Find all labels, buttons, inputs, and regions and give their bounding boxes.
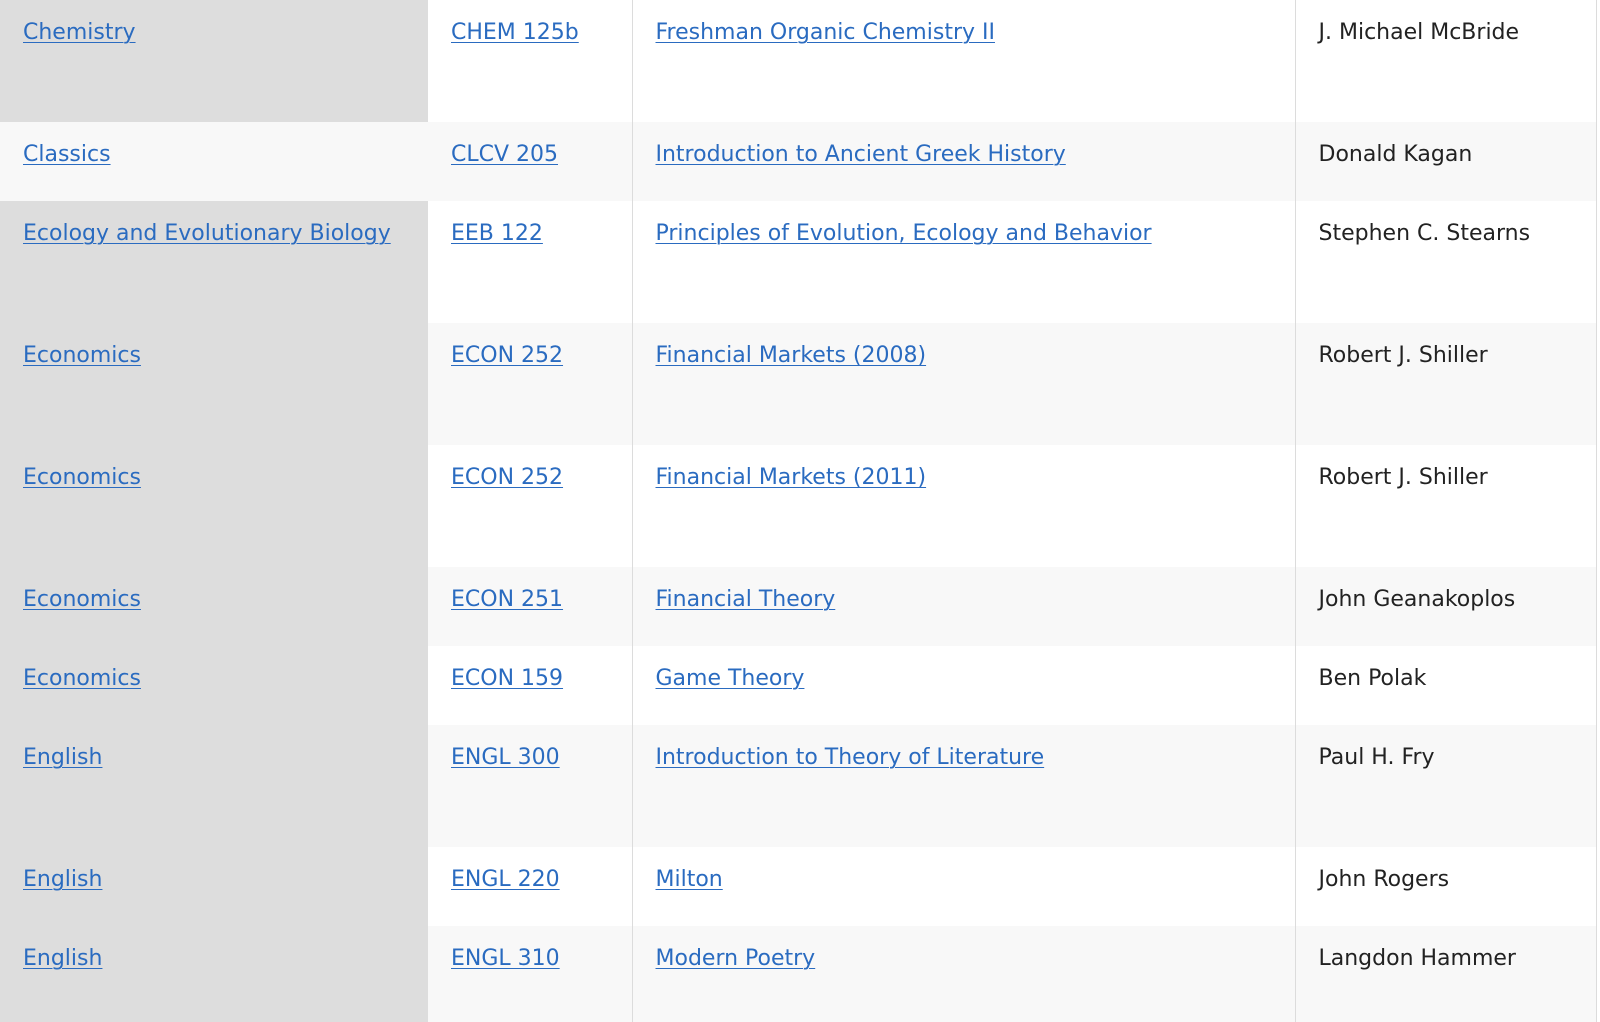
department-cell: English [0,847,428,926]
course-title-link[interactable]: Game Theory [656,666,805,691]
course-number-cell: ECON 159 [428,646,632,725]
course-title-link[interactable]: Financial Markets (2008) [656,343,927,368]
professor-name: Donald Kagan [1295,122,1597,201]
course-number-link[interactable]: CLCV 205 [451,142,558,167]
professor-name: John Geanakoplos [1295,567,1597,646]
department-link[interactable]: Economics [23,666,141,691]
table-row: English ENGL 220 Milton John Rogers [0,847,1597,926]
department-cell: English [0,725,428,847]
course-number-cell: ECON 252 [428,323,632,445]
course-number-link[interactable]: ENGL 310 [451,946,560,971]
department-cell: Economics [0,323,428,445]
course-title-cell: Financial Theory [631,567,1296,646]
course-number-cell: ENGL 310 [428,926,632,1022]
table-row: English ENGL 300 Introduction to Theory … [0,725,1597,847]
table-row: Economics ECON 251 Financial Theory John… [0,567,1597,646]
professor-name: J. Michael McBride [1295,0,1597,122]
department-cell: Economics [0,567,428,646]
course-number-cell: ENGL 220 [428,847,632,926]
table-row: Economics ECON 252 Financial Markets (20… [0,323,1597,445]
course-title-link[interactable]: Financial Markets (2011) [656,465,927,490]
department-link[interactable]: English [23,946,102,971]
department-link[interactable]: Economics [23,343,141,368]
course-number-link[interactable]: ENGL 300 [451,745,560,770]
course-number-cell: ECON 251 [428,567,632,646]
department-link[interactable]: English [23,745,102,770]
course-title-link[interactable]: Modern Poetry [656,946,816,971]
course-title-cell: Financial Markets (2011) [631,445,1296,567]
professor-name: Stephen C. Stearns [1295,201,1597,323]
department-cell: Classics [0,122,428,201]
professor-name: Paul H. Fry [1295,725,1597,847]
course-number-link[interactable]: ECON 252 [451,343,563,368]
course-title-cell: Financial Markets (2008) [631,323,1296,445]
table-row: Economics ECON 159 Game Theory Ben Polak [0,646,1597,725]
course-table: Chemistry CHEM 125b Freshman Organic Che… [0,0,1597,1022]
course-title-cell: Introduction to Ancient Greek History [631,122,1296,201]
course-title-link[interactable]: Freshman Organic Chemistry II [656,20,995,45]
professor-name: Robert J. Shiller [1295,323,1597,445]
course-title-cell: Freshman Organic Chemistry II [631,0,1296,122]
table-row: Economics ECON 252 Financial Markets (20… [0,445,1597,567]
department-link[interactable]: Economics [23,465,141,490]
department-cell: Economics [0,445,428,567]
table-row: Chemistry CHEM 125b Freshman Organic Che… [0,0,1597,122]
department-link[interactable]: Classics [23,142,111,167]
professor-name: Langdon Hammer [1295,926,1597,1022]
course-number-link[interactable]: ECON 159 [451,666,563,691]
department-link[interactable]: Chemistry [23,20,136,45]
course-number-link[interactable]: CHEM 125b [451,20,579,45]
professor-name: Ben Polak [1295,646,1597,725]
course-title-link[interactable]: Principles of Evolution, Ecology and Beh… [656,221,1152,246]
course-number-link[interactable]: ECON 252 [451,465,563,490]
course-title-link[interactable]: Introduction to Theory of Literature [656,745,1045,770]
table-row: English ENGL 310 Modern Poetry Langdon H… [0,926,1597,1022]
department-cell: Economics [0,646,428,725]
course-number-link[interactable]: EEB 122 [451,221,543,246]
department-cell: Chemistry [0,0,428,122]
department-link[interactable]: English [23,867,102,892]
department-link[interactable]: Ecology and Evolutionary Biology [23,221,391,246]
department-cell: Ecology and Evolutionary Biology [0,201,428,323]
course-number-cell: CLCV 205 [428,122,632,201]
professor-name: John Rogers [1295,847,1597,926]
table-row: Ecology and Evolutionary Biology EEB 122… [0,201,1597,323]
course-title-cell: Milton [631,847,1296,926]
course-number-link[interactable]: ENGL 220 [451,867,560,892]
course-number-cell: CHEM 125b [428,0,632,122]
course-title-link[interactable]: Milton [656,867,723,892]
course-title-link[interactable]: Introduction to Ancient Greek History [656,142,1066,167]
department-cell: English [0,926,428,1022]
course-title-cell: Principles of Evolution, Ecology and Beh… [631,201,1296,323]
course-number-cell: ENGL 300 [428,725,632,847]
course-number-cell: ECON 252 [428,445,632,567]
professor-name: Robert J. Shiller [1295,445,1597,567]
course-title-cell: Modern Poetry [631,926,1296,1022]
table-row: Classics CLCV 205 Introduction to Ancien… [0,122,1597,201]
course-title-cell: Introduction to Theory of Literature [631,725,1296,847]
course-title-cell: Game Theory [631,646,1296,725]
course-title-link[interactable]: Financial Theory [656,587,836,612]
course-number-cell: EEB 122 [428,201,632,323]
department-link[interactable]: Economics [23,587,141,612]
course-number-link[interactable]: ECON 251 [451,587,563,612]
